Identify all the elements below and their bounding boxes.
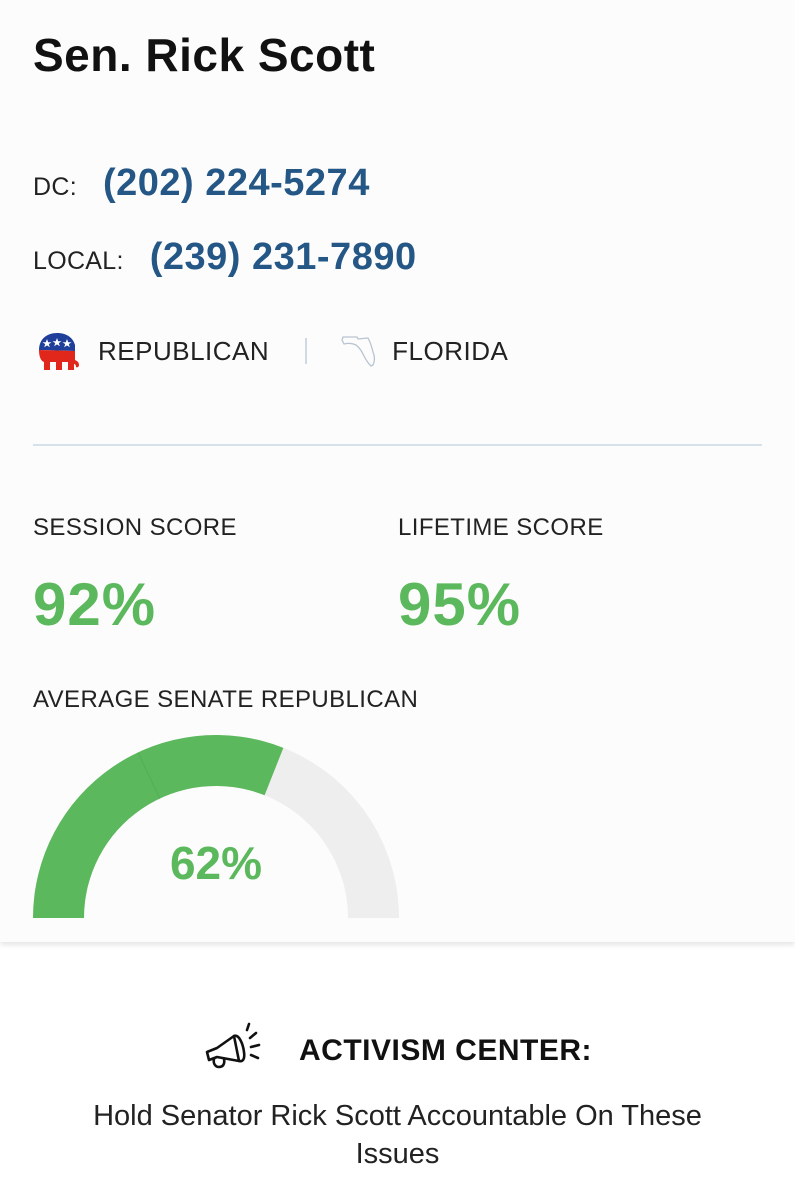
meta-separator xyxy=(305,338,308,364)
party-label: REPUBLICAN xyxy=(98,335,270,366)
party-state-row: REPUBLICAN FLORIDA xyxy=(33,330,508,372)
gauge-fill xyxy=(33,735,284,918)
senator-name: Sen. Rick Scott xyxy=(33,29,376,81)
lifetime-score-label: LIFETIME SCORE xyxy=(398,514,604,541)
megaphone-icon xyxy=(205,1022,261,1069)
lifetime-score-value: 95% xyxy=(398,571,522,638)
local-phone-link[interactable]: (239) 231-7890 xyxy=(150,236,417,279)
local-phone-label: LOCAL: xyxy=(33,247,124,275)
local-phone-row: LOCAL: (239) 231-7890 xyxy=(33,236,417,279)
activism-center-title: ACTIVISM CENTER: xyxy=(299,1034,592,1067)
activism-center-header[interactable]: ACTIVISM CENTER: xyxy=(0,1022,795,1080)
dc-phone-label: DC: xyxy=(33,173,77,201)
dc-phone-row: DC: (202) 224-5274 xyxy=(33,162,370,205)
dc-phone-link[interactable]: (202) 224-5274 xyxy=(103,162,370,205)
section-divider xyxy=(33,444,762,446)
average-score-gauge xyxy=(33,735,399,918)
average-senate-republican-label: AVERAGE SENATE REPUBLICAN xyxy=(33,686,419,713)
senator-card: Sen. Rick Scott DC: (202) 224-5274 LOCAL… xyxy=(0,0,795,942)
state-label: FLORIDA xyxy=(392,335,509,366)
average-score-value: 62% xyxy=(169,837,263,889)
florida-outline-icon xyxy=(341,336,376,367)
activism-center-description[interactable]: Hold Senator Rick Scott Accountable On T… xyxy=(55,1097,740,1173)
session-score-label: SESSION SCORE xyxy=(33,514,237,541)
session-score-value: 92% xyxy=(33,571,157,638)
republican-elephant-icon xyxy=(39,333,79,370)
